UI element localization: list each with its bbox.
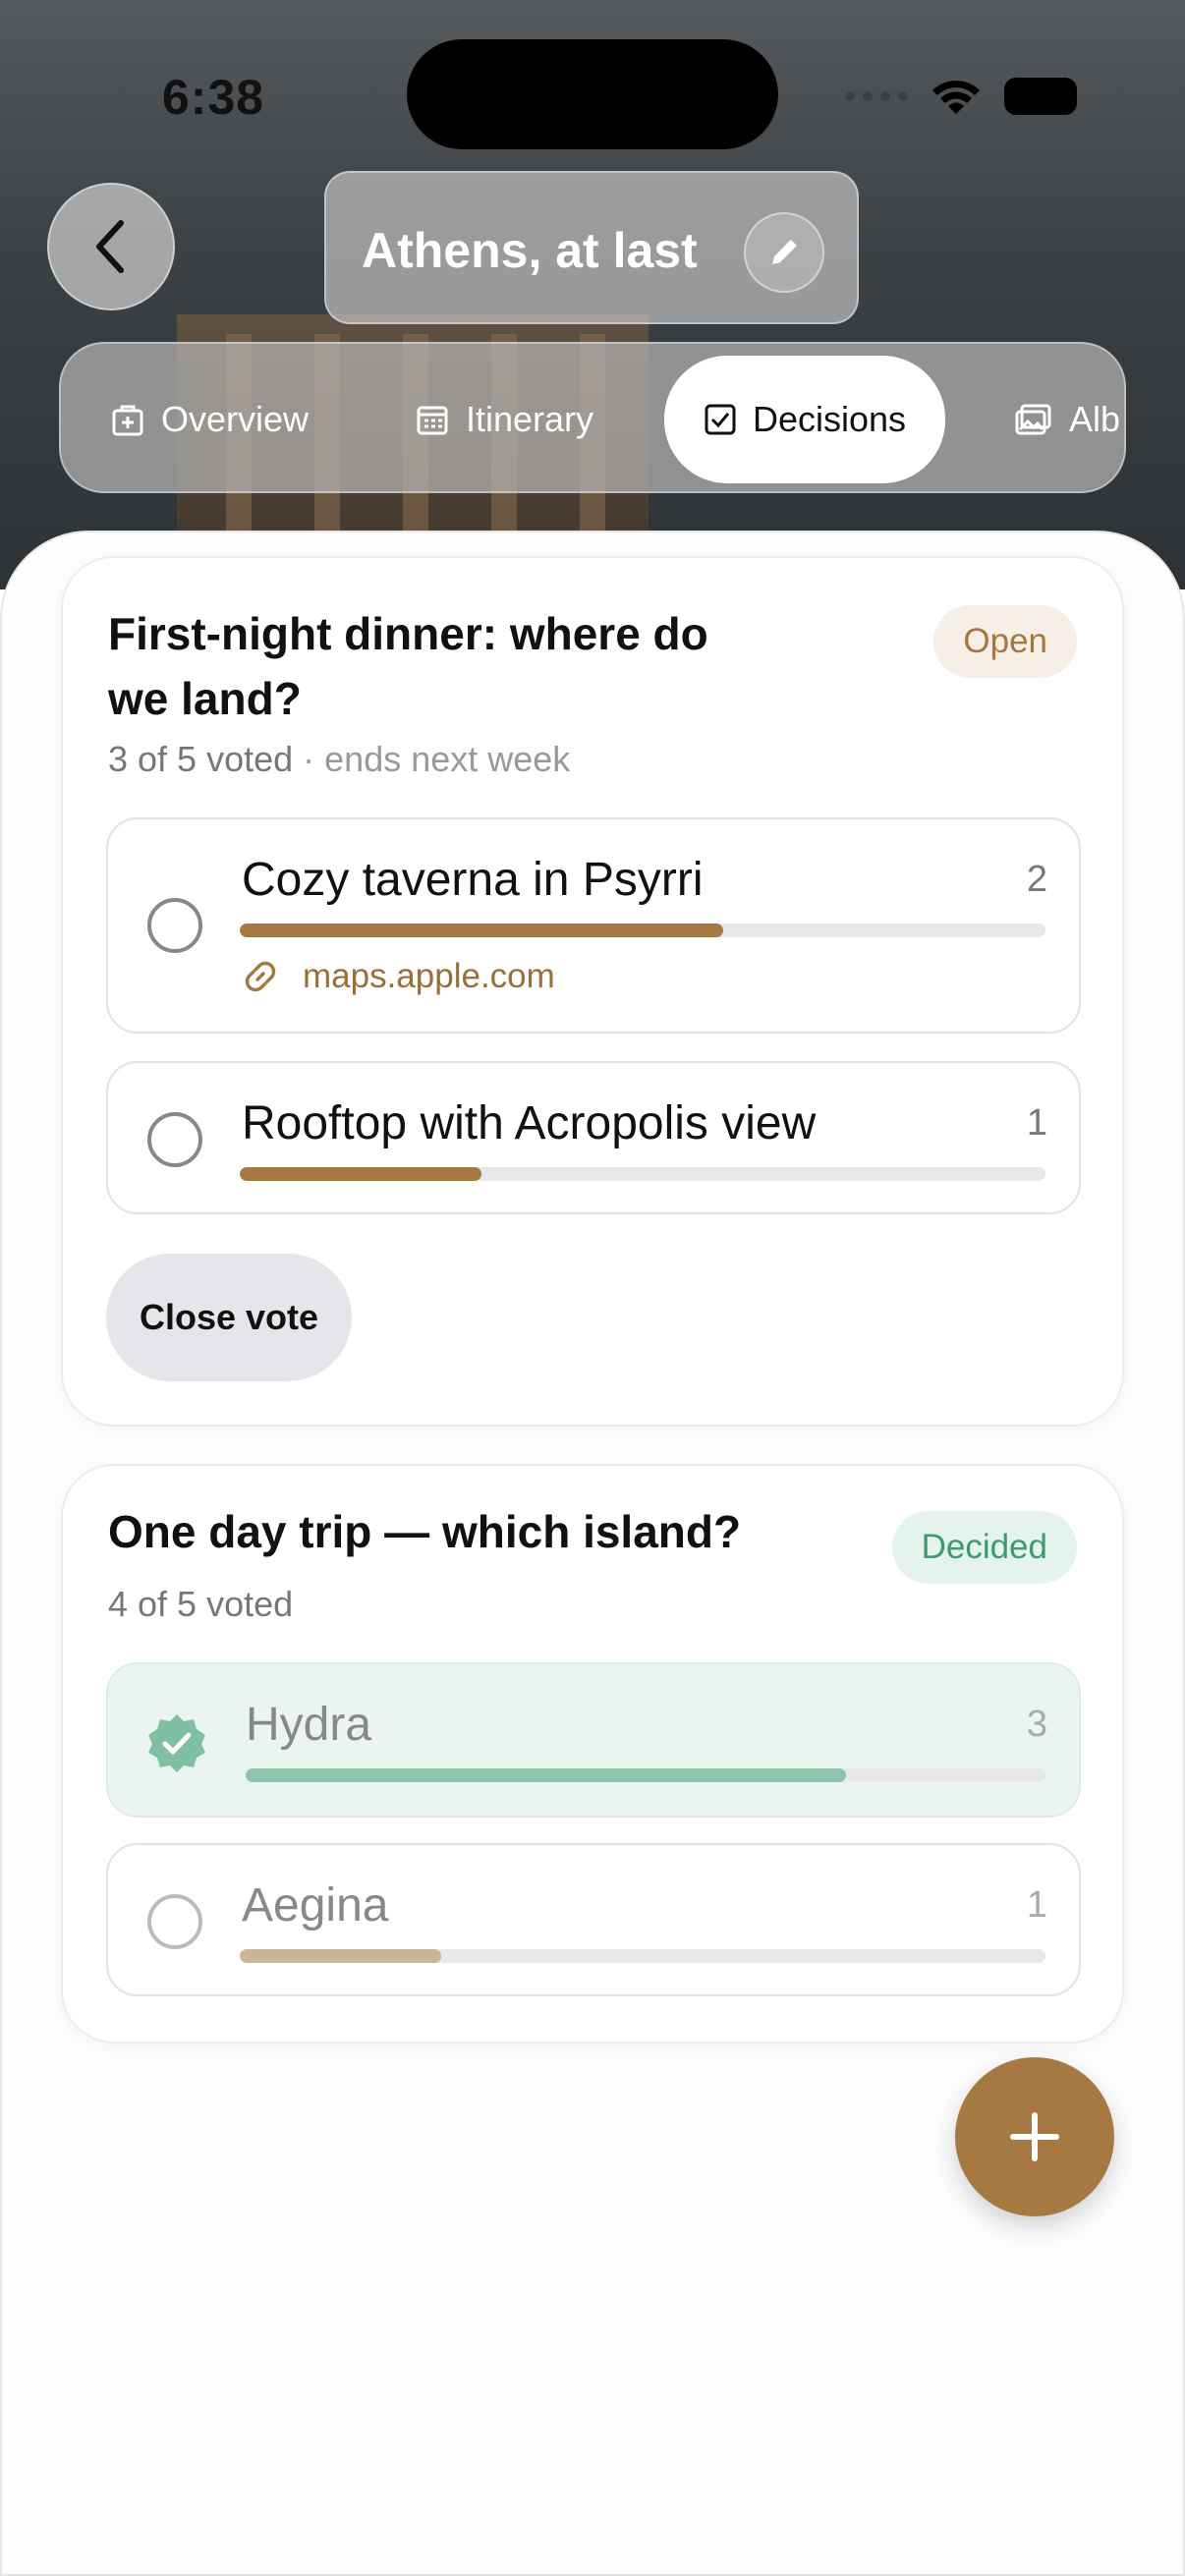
option-vote-count: 1 (1026, 1102, 1047, 1144)
plus-icon (1010, 2112, 1059, 2161)
option-vote-count: 1 (1026, 1884, 1047, 1926)
tab-album[interactable]: Alb (1014, 356, 1120, 483)
poll-deadline: · ends next week (303, 739, 571, 779)
tab-itinerary[interactable]: Itinerary (415, 356, 593, 483)
option-vote-count: 3 (1026, 1704, 1047, 1745)
cellular-signal-icon (845, 91, 908, 101)
tab-decisions[interactable]: Decisions (664, 356, 946, 483)
vote-bar-fill (240, 924, 723, 937)
verified-check-icon (148, 1714, 205, 1772)
poll-option[interactable]: Rooftop with Acropolis view 1 (106, 1061, 1081, 1214)
link-icon (245, 961, 276, 992)
edit-title-button[interactable] (744, 212, 824, 293)
option-label: Aegina (242, 1879, 389, 1932)
tab-label: Overview (161, 399, 310, 439)
tab-label: Itinerary (466, 399, 594, 439)
poll-title: First-night dinner: where do we land? (108, 601, 708, 731)
option-label: Hydra (246, 1699, 372, 1751)
option-label: Rooftop with Acropolis view (242, 1097, 817, 1149)
tab-bar: Overview Itinerary Decisions Alb (59, 342, 1126, 493)
option-label: Cozy taverna in Psyrri (242, 854, 704, 906)
tab-label: Decisions (753, 399, 907, 439)
tab-overview[interactable]: Overview (110, 356, 309, 483)
status-time: 6:38 (162, 70, 265, 125)
vote-bar (240, 924, 1045, 937)
trip-title-pill[interactable]: Athens, at last (324, 171, 859, 324)
poll-title-line: First-night dinner: where do (108, 608, 708, 659)
poll-title-line: we land? (108, 673, 302, 724)
back-button[interactable] (47, 183, 175, 310)
status-bar: 6:38 (0, 0, 1185, 196)
suitcase-icon (112, 405, 143, 436)
battery-icon (1004, 78, 1077, 115)
vote-bar (240, 1949, 1045, 1963)
vote-bar-fill (246, 1768, 846, 1782)
wifi-icon (932, 81, 980, 114)
add-decision-button[interactable] (955, 2057, 1114, 2216)
vote-bar (246, 1768, 1045, 1782)
photos-icon (1015, 404, 1051, 435)
option-vote-count: 2 (1026, 859, 1047, 900)
dynamic-island (407, 39, 778, 149)
close-vote-button[interactable]: Close vote (106, 1254, 352, 1381)
radio-button[interactable] (147, 1112, 202, 1167)
poll-card: One day trip — which island? 4 of 5 vote… (61, 1464, 1124, 2044)
trip-title: Athens, at last (362, 223, 698, 278)
tab-label: Alb (1069, 399, 1121, 439)
vote-bar-fill (240, 1949, 441, 1963)
chevron-left-icon (96, 220, 124, 273)
pencil-icon (772, 240, 797, 264)
option-link[interactable]: maps.apple.com (242, 957, 555, 996)
poll-title: One day trip — which island? (108, 1506, 742, 1557)
poll-card: First-night dinner: where do we land? 3 … (61, 556, 1124, 1427)
poll-meta: 3 of 5 voted · ends next week (108, 739, 570, 780)
status-badge: Decided (891, 1511, 1077, 1584)
status-badge: Open (933, 605, 1077, 678)
checkbox-icon (705, 404, 736, 435)
calendar-icon (417, 406, 448, 435)
poll-vote-count: 4 of 5 voted (108, 1584, 294, 1624)
vote-bar (240, 1167, 1045, 1181)
radio-button[interactable] (147, 898, 202, 953)
poll-option[interactable]: Cozy taverna in Psyrri 2 maps.apple.com (106, 817, 1081, 1034)
vote-bar-fill (240, 1167, 481, 1181)
radio-button[interactable] (147, 1894, 202, 1949)
link-text: maps.apple.com (303, 957, 555, 995)
poll-option-winner[interactable]: Hydra 3 (106, 1662, 1081, 1818)
poll-option[interactable]: Aegina 1 (106, 1843, 1081, 1996)
poll-vote-count: 3 of 5 voted (108, 739, 294, 779)
status-icons (845, 75, 1077, 118)
